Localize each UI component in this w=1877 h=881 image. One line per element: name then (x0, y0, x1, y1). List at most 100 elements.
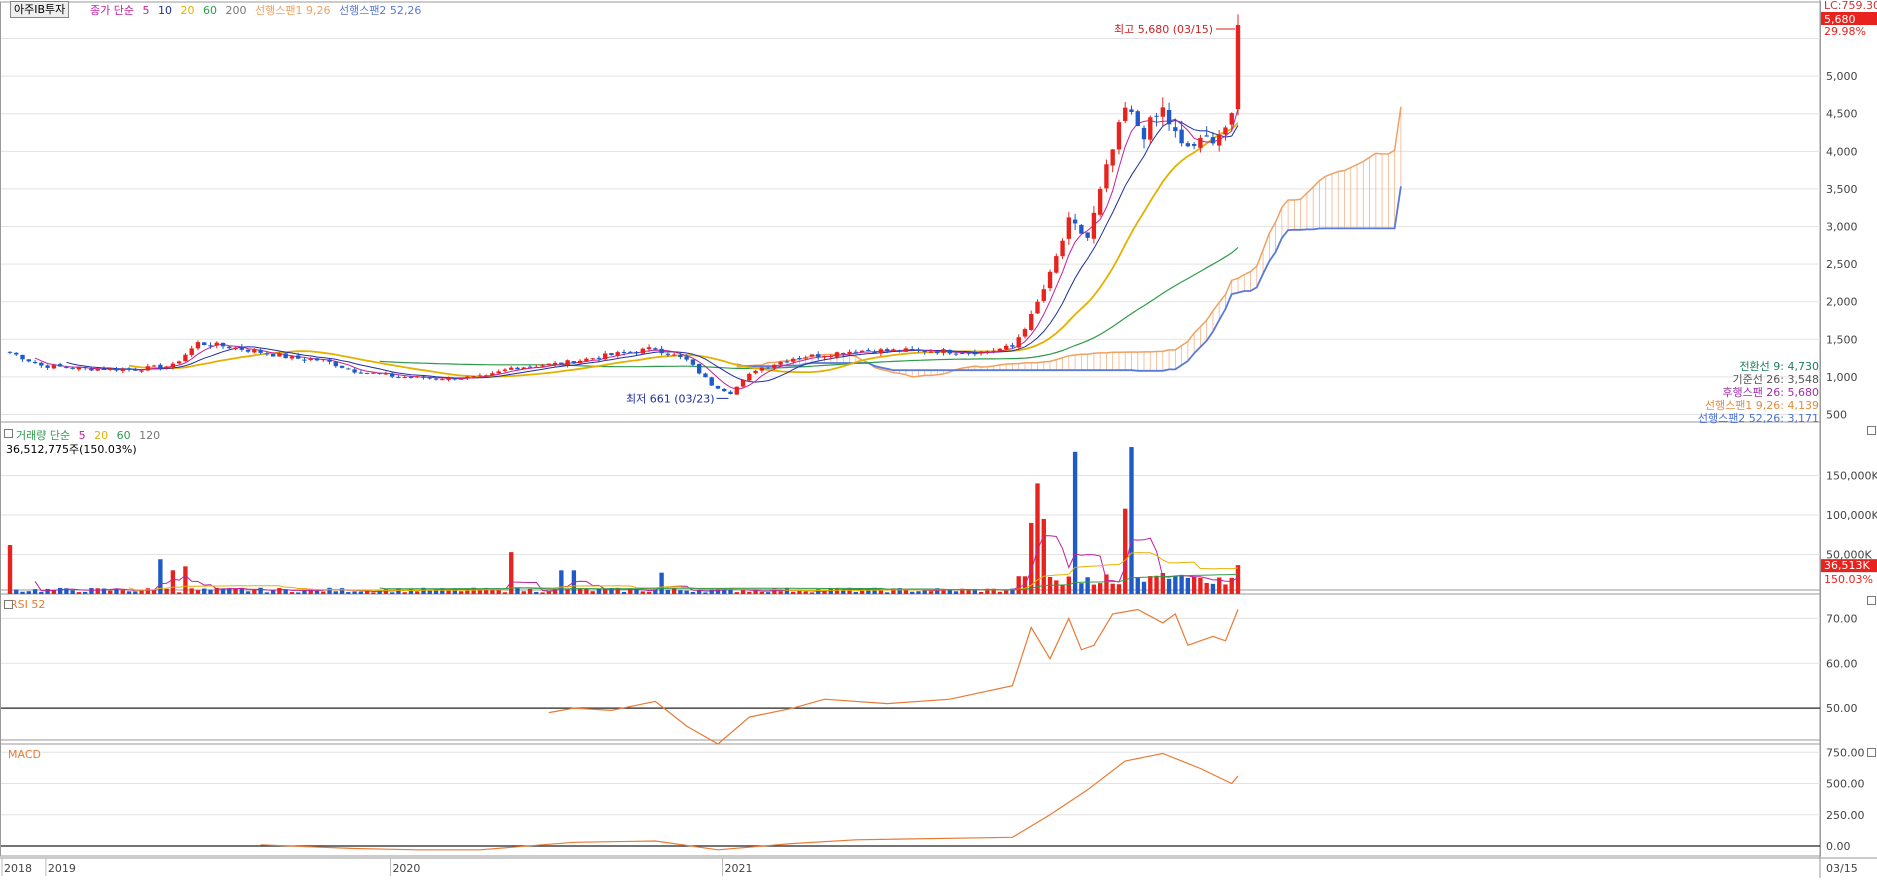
volume-bar (928, 591, 934, 594)
candle (95, 368, 100, 371)
candle (427, 377, 432, 379)
volume-bar (120, 590, 125, 594)
volume-bar (45, 588, 50, 594)
candle (646, 347, 652, 350)
candle (559, 362, 564, 365)
candle (928, 351, 934, 353)
volume-bar (1148, 576, 1153, 594)
macd-tick-label: 500.00 (1826, 778, 1865, 791)
candle (158, 364, 163, 369)
volume-bar (1223, 584, 1228, 594)
candle (433, 378, 439, 380)
candle (458, 378, 464, 380)
volume-bar (202, 588, 207, 594)
candle (841, 352, 846, 355)
candle (396, 376, 401, 378)
volume-bar (258, 587, 263, 594)
candle (377, 373, 382, 375)
rsi-tick-label: 60.00 (1826, 657, 1858, 670)
candle (465, 376, 470, 379)
candle (83, 367, 88, 369)
volume-bar (333, 591, 338, 594)
candle (1029, 314, 1034, 330)
volume-current-label: 36,513K (1824, 559, 1870, 572)
candle (953, 353, 959, 355)
candle (1179, 129, 1184, 144)
candle (1016, 337, 1021, 348)
candle (408, 376, 414, 378)
price-axis-top-label: LC:759.30 (1824, 0, 1877, 12)
candle (14, 352, 19, 355)
rsi-pane-toggle[interactable] (4, 600, 13, 609)
macd-tick-label: 250.00 (1826, 809, 1865, 822)
candle (202, 342, 207, 345)
candle (740, 379, 746, 387)
candle (552, 362, 558, 365)
volume-bar (1004, 590, 1009, 594)
volume-bar (797, 591, 802, 594)
macd-pane-toggle-right[interactable] (1867, 748, 1876, 757)
candle (571, 361, 577, 364)
candle (634, 351, 639, 354)
stock-name-button[interactable]: 아주IB투자 (10, 1, 70, 18)
candle (828, 356, 833, 358)
candle (1185, 143, 1191, 147)
candle (596, 357, 602, 359)
rsi-pane-toggle-right[interactable] (1867, 596, 1876, 605)
volume-bar (1060, 584, 1065, 594)
volume-pane-toggle[interactable] (4, 429, 13, 438)
volume-bar (402, 592, 407, 594)
vol-ma120-label: 120 (139, 429, 161, 442)
candle (296, 355, 301, 359)
volume-bar (1097, 583, 1103, 594)
candle (728, 391, 733, 395)
volume-bar (790, 591, 796, 594)
candle (584, 358, 589, 362)
span1-label: 선행스팬1 9,26 (254, 4, 331, 17)
candle (684, 356, 689, 360)
candle (1079, 224, 1084, 234)
price-pane-toggle[interactable] (1867, 426, 1876, 435)
volume-bar (1041, 518, 1046, 594)
volume-bar (89, 588, 94, 594)
candle (346, 368, 351, 370)
candle (891, 349, 896, 352)
volume-bar (1091, 584, 1097, 594)
stock-chart[interactable]: 5,000 4,500 4,000 3,500 3,000 2,500 2,000 1,500… (0, 0, 1877, 878)
volume-bar (1141, 581, 1147, 594)
candle (176, 361, 182, 364)
macd-tick-label: 0.00 (1826, 840, 1851, 853)
volume-bar (1179, 574, 1184, 594)
rsi-label: RSI 52 (10, 598, 46, 611)
candle (352, 369, 357, 373)
volume-bar (577, 588, 583, 594)
price-tick-label: 3,500 (1826, 183, 1858, 196)
volume-bar (189, 588, 194, 594)
volume-bar (765, 592, 771, 594)
candle (822, 355, 827, 358)
rsi-line (548, 608, 1239, 745)
candle (703, 373, 708, 378)
volume-bar (910, 591, 915, 594)
candle (1204, 135, 1209, 137)
candle (233, 347, 238, 350)
candle (164, 366, 169, 369)
volume-bar (126, 591, 132, 594)
candle (978, 351, 984, 354)
x-axis-end-label: 03/15 (1826, 862, 1858, 875)
volume-bar (371, 592, 376, 594)
candle (1060, 240, 1065, 257)
price-tick-label: 2,500 (1826, 258, 1858, 271)
volume-bar (803, 591, 808, 594)
candle (7, 351, 13, 353)
macd-label: MACD (8, 748, 41, 761)
candle (220, 342, 226, 347)
candle (1110, 149, 1115, 166)
candle (327, 359, 332, 362)
ma10-label: 10 (157, 4, 172, 17)
candle (195, 342, 201, 349)
volume-bar (1154, 575, 1159, 594)
candle (960, 353, 965, 355)
candle (390, 373, 395, 377)
candle (847, 351, 852, 354)
